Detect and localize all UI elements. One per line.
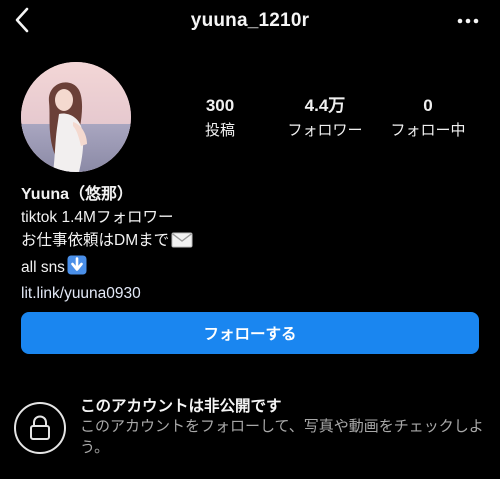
profile-bio: Yuuna（悠那） tiktok 1.4Mフォロワー お仕事依頼はDMまで al… [21,183,481,305]
stat-posts[interactable]: 300 投稿 [172,96,268,140]
private-account-notice: このアカウントは非公開です このアカウントをフォローして、写真や動画をチェックし… [14,394,494,464]
bio-line-sns: all sns [21,255,481,282]
followers-count: 4.4万 [304,96,346,115]
stat-followers[interactable]: 4.4万 フォロワー [277,96,373,140]
posts-label: 投稿 [204,122,235,139]
private-description: このアカウントをフォローして、写真や動画をチェックしよう。 [80,418,484,456]
profile-link[interactable]: lit.link/yuuna0930 [21,282,481,305]
following-label: フォロー中 [390,122,466,139]
display-name: Yuuna（悠那） [21,186,134,203]
stat-following[interactable]: 0 フォロー中 [380,96,476,140]
envelope-icon [171,232,193,255]
top-bar: yuuna_1210r [0,0,500,48]
bio-line-dm: お仕事依頼はDMまで [21,229,481,255]
more-options-button[interactable] [454,8,482,32]
bio-text: お仕事依頼はDMまで [21,232,170,249]
follow-button[interactable]: フォローする [21,312,479,354]
following-count: 0 [423,96,433,115]
posts-count: 300 [205,96,235,115]
bio-line: tiktok 1.4Mフォロワー [21,209,174,226]
bio-text: all sns [21,259,65,276]
private-title: このアカウントは非公開です [80,398,282,415]
down-arrow-icon [67,255,87,282]
page-title: yuuna_1210r [190,10,310,31]
followers-label: フォロワー [287,122,363,139]
avatar[interactable] [21,62,131,172]
more-dots-icon [457,11,479,29]
lock-icon [14,402,66,454]
profile-stats: 300 投稿 4.4万 フォロワー 0 フォロー中 [172,96,490,144]
